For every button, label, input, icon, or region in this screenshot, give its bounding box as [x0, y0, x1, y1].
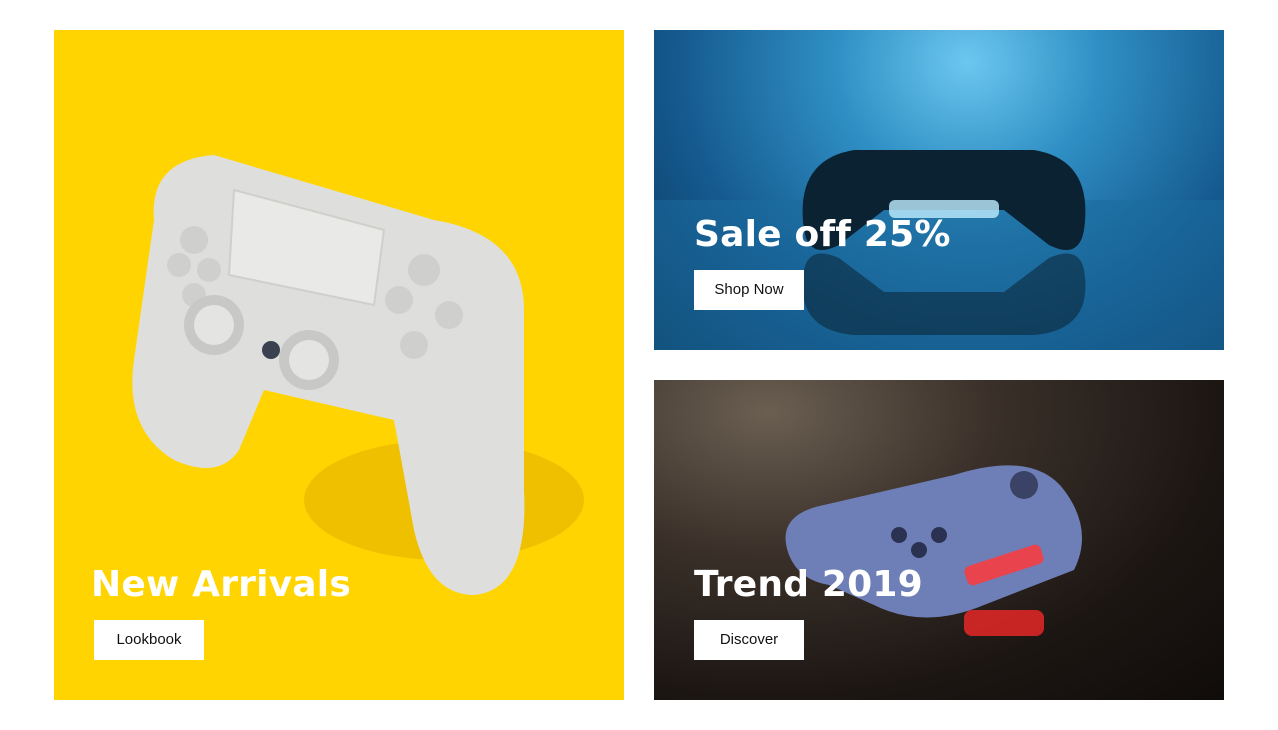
banner-sale[interactable]: Sale off 25% Shop Now: [654, 30, 1224, 350]
banner-trend[interactable]: Trend 2019 Discover: [654, 380, 1224, 700]
banner-title: Sale off 25%: [694, 214, 951, 255]
lookbook-button[interactable]: Lookbook: [94, 620, 204, 660]
banner-title: New Arrivals: [91, 564, 351, 605]
shop-now-button[interactable]: Shop Now: [694, 270, 804, 310]
discover-button[interactable]: Discover: [694, 620, 804, 660]
banner-title: Trend 2019: [694, 564, 923, 605]
banner-new-arrivals[interactable]: New Arrivals Lookbook: [54, 30, 624, 700]
